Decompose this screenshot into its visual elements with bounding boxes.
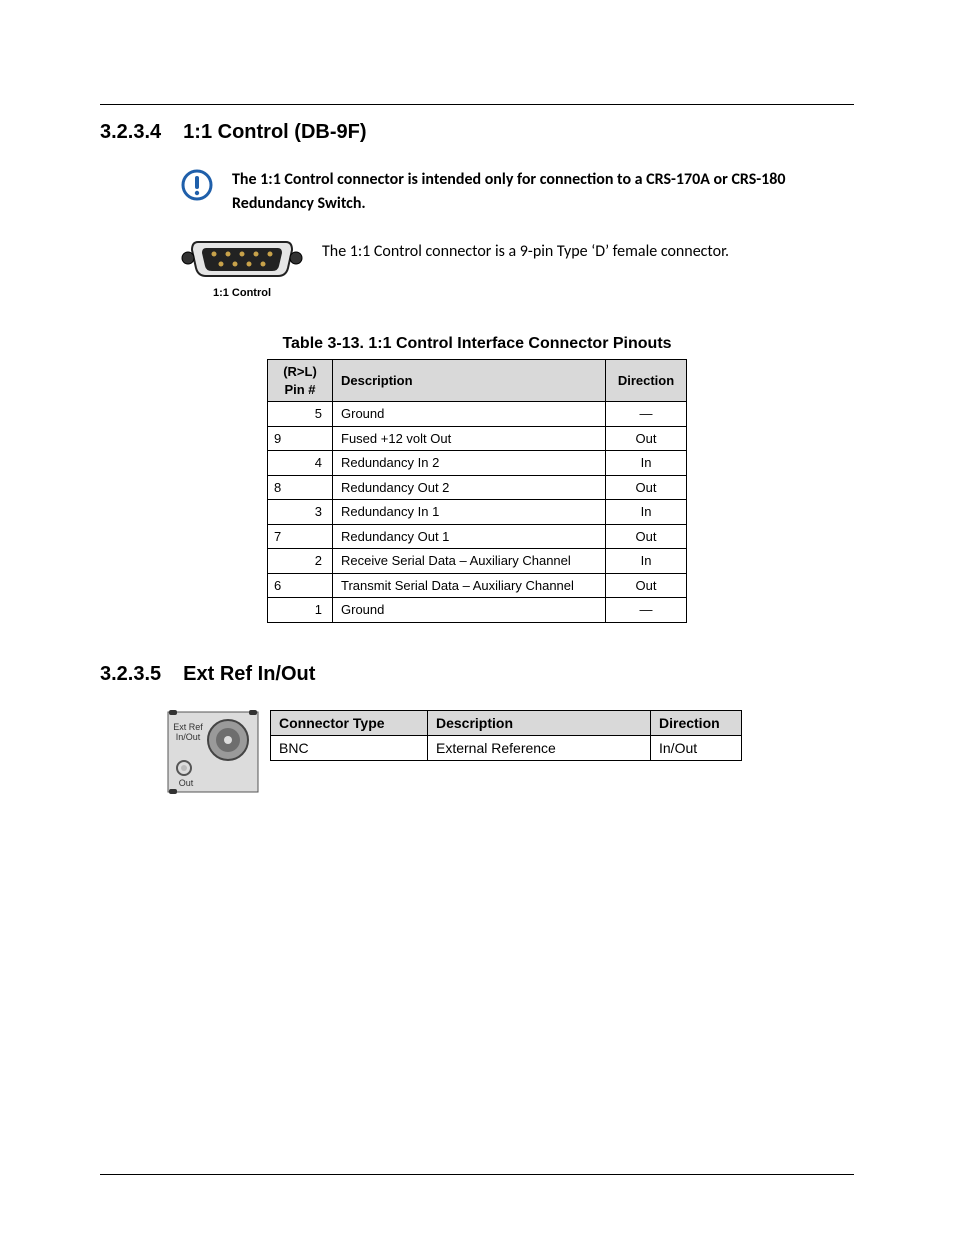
cell-pin: 9 [268, 426, 333, 451]
cell-desc: External Reference [428, 736, 651, 761]
cell-pin: 8 [268, 475, 333, 500]
col-header-pin: (R>L) Pin # [268, 360, 333, 402]
note-text: The 1:1 Control connector is intended on… [232, 168, 854, 216]
cell-desc: Receive Serial Data – Auxiliary Channel [333, 549, 606, 574]
col-header-desc: Description [333, 360, 606, 402]
cell-desc: Redundancy Out 1 [333, 524, 606, 549]
cell-desc: Redundancy In 1 [333, 500, 606, 525]
db9-connector-icon [180, 236, 304, 285]
table-row: 4Redundancy In 2In [268, 451, 687, 476]
table-row: 7Redundancy Out 1Out [268, 524, 687, 549]
table-caption: Table 3-13. 1:1 Control Interface Connec… [100, 335, 854, 353]
header-rule [100, 104, 854, 105]
extref-row: Ext Ref In/Out Out Connector Type Descri… [166, 710, 854, 799]
cell-pin: 6 [268, 573, 333, 598]
document-page: 3.2.3.4 1:1 Control (DB-9F) The 1:1 Contr… [0, 0, 954, 1235]
table-row: 2Receive Serial Data – Auxiliary Channel… [268, 549, 687, 574]
cell-dir: In/Out [651, 736, 742, 761]
section-title: Ext Ref In/Out [183, 663, 315, 685]
section-heading-extref: 3.2.3.5 Ext Ref In/Out [100, 663, 854, 686]
col-header-dir: Direction [651, 711, 742, 736]
cell-dir: Out [606, 573, 687, 598]
svg-text:Out: Out [179, 778, 194, 788]
cell-pin: 4 [268, 451, 333, 476]
connector-description: The 1:1 Control connector is a 9-pin Typ… [322, 236, 729, 261]
cell-dir: Out [606, 426, 687, 451]
extref-table-wrapper: Connector Type Description Direction BNC… [270, 710, 742, 761]
cell-pin: 1 [268, 598, 333, 623]
cell-desc: Transmit Serial Data – Auxiliary Channel [333, 573, 606, 598]
cell-dir: In [606, 500, 687, 525]
figure-caption: 1:1 Control [180, 287, 304, 299]
table-row: 9Fused +12 volt OutOut [268, 426, 687, 451]
table-row: BNCExternal ReferenceIn/Out [271, 736, 742, 761]
cell-pin: 7 [268, 524, 333, 549]
svg-text:Ext Ref: Ext Ref [173, 722, 203, 732]
cell-pin: 5 [268, 402, 333, 427]
cell-desc: Redundancy Out 2 [333, 475, 606, 500]
cell-desc: Ground [333, 598, 606, 623]
cell-dir: In [606, 451, 687, 476]
extref-panel-figure: Ext Ref In/Out Out [166, 710, 260, 799]
cell-pin: 3 [268, 500, 333, 525]
pinout-table: (R>L) Pin # Description Direction 5Groun… [267, 359, 687, 623]
table-header-row: (R>L) Pin # Description Direction [268, 360, 687, 402]
table-row: 8Redundancy Out 2Out [268, 475, 687, 500]
table-row: 5Ground— [268, 402, 687, 427]
cell-desc: Ground [333, 402, 606, 427]
table-row: 6Transmit Serial Data – Auxiliary Channe… [268, 573, 687, 598]
svg-text:In/Out: In/Out [176, 732, 201, 742]
col-header-dir: Direction [606, 360, 687, 402]
cell-dir: In [606, 549, 687, 574]
cell-desc: Redundancy In 2 [333, 451, 606, 476]
cell-pin: 2 [268, 549, 333, 574]
cell-dir: — [606, 402, 687, 427]
cell-desc: Fused +12 volt Out [333, 426, 606, 451]
table-row: 1Ground— [268, 598, 687, 623]
section-number: 3.2.3.4 [100, 121, 161, 143]
db9-connector-figure: 1:1 Control [180, 236, 304, 299]
info-alert-icon [180, 168, 214, 202]
cell-dir: Out [606, 524, 687, 549]
cell-dir: — [606, 598, 687, 623]
section-title: 1:1 Control (DB-9F) [183, 121, 366, 143]
important-note: The 1:1 Control connector is intended on… [180, 168, 854, 216]
section-number: 3.2.3.5 [100, 663, 161, 685]
col-header-type: Connector Type [271, 711, 428, 736]
footer-rule [100, 1174, 854, 1175]
table-row: 3Redundancy In 1In [268, 500, 687, 525]
cell-dir: Out [606, 475, 687, 500]
section-heading-control: 3.2.3.4 1:1 Control (DB-9F) [100, 121, 854, 144]
extref-table: Connector Type Description Direction BNC… [270, 710, 742, 761]
cell-type: BNC [271, 736, 428, 761]
table-header-row: Connector Type Description Direction [271, 711, 742, 736]
col-header-desc: Description [428, 711, 651, 736]
connector-figure-row: 1:1 Control The 1:1 Control connector is… [180, 236, 854, 299]
